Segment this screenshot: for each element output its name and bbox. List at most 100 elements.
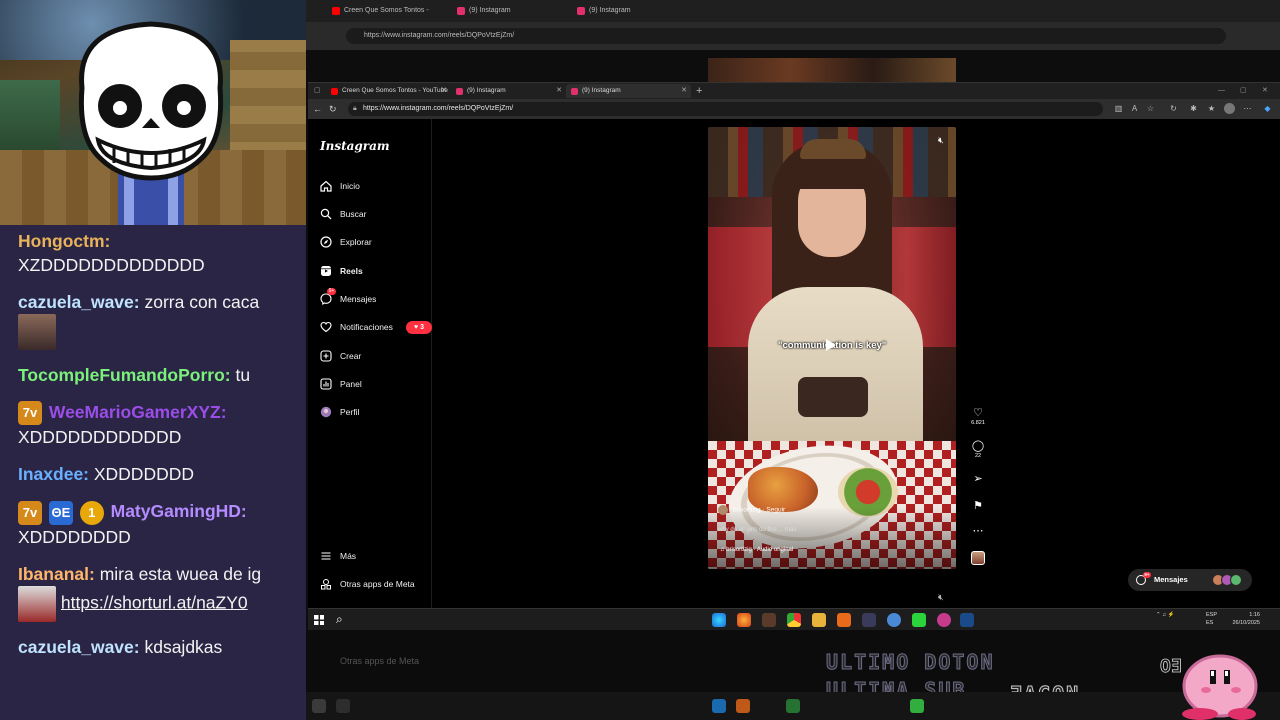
app-icon[interactable] <box>862 613 876 627</box>
language-label: ESP <box>1206 612 1218 618</box>
nav-profile[interactable]: Perfil <box>320 403 430 421</box>
close-icon[interactable]: ✕ <box>556 84 562 98</box>
play-icon[interactable] <box>826 339 836 351</box>
app-icon[interactable] <box>837 613 851 627</box>
chat-message: 7v WeeMarioGamerXYZ: XDDDDDDDDDDDD <box>18 400 306 449</box>
close-window-icon[interactable]: ✕ <box>1262 83 1268 99</box>
reel-video[interactable]: 🔇︎ "communication is key" brisortizig · … <box>708 127 956 569</box>
date: 26/10/2025 <box>1232 620 1260 626</box>
new-tab-button[interactable]: + <box>696 83 702 99</box>
app-icon[interactable] <box>762 613 776 627</box>
nav-home[interactable]: Inicio <box>320 177 430 195</box>
address-bar-row: ← ↻ 🔒︎ https://www.instagram.com/reels/D… <box>308 99 1280 119</box>
chrome-icon[interactable] <box>787 613 801 627</box>
minimize-icon[interactable]: — <box>1218 83 1225 99</box>
close-icon[interactable]: ✕ <box>441 84 447 98</box>
region-label: ES <box>1206 620 1214 626</box>
more-icon[interactable]: ⋯ <box>1242 103 1253 114</box>
background-tab-bar: Creen Que Somos Tontos - YouTube (9) Ins… <box>306 0 1280 30</box>
nav-explore[interactable]: Explorar <box>320 233 430 251</box>
chat-username: Ibananal: <box>18 563 95 584</box>
app-icon[interactable] <box>912 613 926 627</box>
nav-search[interactable]: Buscar <box>320 205 430 223</box>
tab-bar: ▢ Creen Que Somos Tontos - YouTube ✕ (9)… <box>308 83 1280 99</box>
nav-more[interactable]: Más <box>320 547 430 565</box>
background-video <box>708 58 956 82</box>
chat-emote-image <box>18 314 56 350</box>
search-icon <box>320 208 332 220</box>
chat-message: Hongoctm: XZDDDDDDDDDDDDD <box>18 229 306 277</box>
split-screen-icon[interactable]: ▥ <box>1113 103 1124 114</box>
like-action[interactable]: ♡ 6.821 <box>970 407 986 427</box>
chat-link[interactable]: https://shorturl.at/naZY0 <box>61 592 248 612</box>
speaker-mute-icon[interactable]: 🔇︎ <box>938 592 944 603</box>
chrome-icon <box>786 699 800 713</box>
ghost-meta-apps: Otras apps de Meta <box>340 656 420 666</box>
nav-other-meta-apps[interactable]: Otras apps de Meta <box>320 575 430 593</box>
messages-pill-button[interactable]: 9+ Mensajes <box>1128 569 1252 591</box>
chat-username: cazuela_wave: <box>18 636 140 657</box>
read-aloud-icon[interactable]: A <box>1129 103 1140 114</box>
favorite-star-icon[interactable]: ☆ <box>1145 103 1156 114</box>
tab-instagram-2[interactable]: (9) Instagram ✕ <box>566 84 691 98</box>
refresh-extension-icon[interactable]: ↻ <box>1168 103 1179 114</box>
extensions-icon[interactable]: ✱ <box>1188 103 1199 114</box>
nav-notifications[interactable]: Notificaciones ♥ 3 <box>320 318 432 336</box>
chat-username: Hongoctm: <box>18 231 111 251</box>
close-icon[interactable]: ✕ <box>681 84 687 98</box>
copilot-icon[interactable]: ◆ <box>1262 103 1273 114</box>
reels-icon <box>321 266 331 276</box>
skull-avatar-icon <box>78 21 224 225</box>
tab-actions-icon[interactable]: ▢ <box>314 83 321 99</box>
more-options-action[interactable]: ⋯ <box>970 525 986 537</box>
clock[interactable]: 1:16 26/10/2025 <box>1224 611 1260 627</box>
app-icon[interactable] <box>887 613 901 627</box>
share-action[interactable]: ➢ <box>970 473 986 485</box>
7tv-badge-icon: 7v <box>18 401 42 426</box>
send-icon: ➢ <box>973 473 983 485</box>
instagram-icon <box>577 7 585 15</box>
time: 1:16 <box>1249 612 1260 618</box>
search-icon[interactable]: ⌕ <box>336 611 343 627</box>
firefox-icon[interactable] <box>737 613 751 627</box>
background-address-bar: https://www.instagram.com/reels/DQPoVtzE… <box>306 22 1280 50</box>
bookmark-icon: ⚑ <box>973 500 983 512</box>
reload-icon[interactable]: ↻ <box>329 103 337 115</box>
audio-thumbnail[interactable] <box>971 551 985 565</box>
plus-square-icon <box>320 350 332 362</box>
system-tray[interactable]: ⌃ ♫ ⚡ ESP ES <box>1156 611 1217 626</box>
app-icon[interactable] <box>937 613 951 627</box>
chat-avatar-image <box>18 585 56 622</box>
back-arrow-icon[interactable]: ← <box>313 103 322 115</box>
edge-icon[interactable] <box>712 613 726 627</box>
instagram-page: Instagram Inicio Buscar Explorar Reels 9… <box>308 119 1280 609</box>
tab-instagram-1[interactable]: (9) Instagram ✕ <box>451 84 566 98</box>
nav-reels[interactable]: Reels <box>320 262 430 280</box>
reel-description[interactable]: why do all girls do this ... más <box>718 527 796 533</box>
search-icon <box>336 699 350 713</box>
author-name[interactable]: brisortizig <box>733 507 761 514</box>
app-icon[interactable] <box>960 613 974 627</box>
windows-start-icon[interactable] <box>314 615 324 625</box>
reel-author-row: brisortizig · Seguir <box>718 505 785 515</box>
instagram-logo[interactable]: Instagram <box>320 139 390 153</box>
file-explorer-icon[interactable] <box>812 613 826 627</box>
nav-dashboard[interactable]: Panel <box>320 375 430 393</box>
tab-youtube[interactable]: Creen Que Somos Tontos - YouTube ✕ <box>326 84 451 98</box>
nav-create[interactable]: Crear <box>320 347 430 365</box>
url-field[interactable]: 🔒︎ https://www.instagram.com/reels/DQPoV… <box>348 102 1103 116</box>
follow-button[interactable]: Seguir <box>766 507 785 514</box>
author-avatar[interactable] <box>718 505 728 515</box>
more-icon: ⋯ <box>972 525 984 537</box>
kirby-label: OƎ <box>1160 656 1182 677</box>
nav-messages[interactable]: 9+ Mensajes <box>320 288 430 308</box>
save-action[interactable]: ⚑ <box>970 500 986 512</box>
maximize-icon[interactable]: ▢ <box>1240 83 1247 99</box>
favorites-icon[interactable]: ★ <box>1206 103 1217 114</box>
browser-window: ▢ Creen Que Somos Tontos - YouTube ✕ (9)… <box>308 82 1280 609</box>
chat-message: 7v ΘE 1 MatyGamingHD: XDDDDDDDD <box>18 499 306 548</box>
mute-icon[interactable]: 🔇︎ <box>938 135 944 146</box>
reel-audio[interactable]: ♫ brisortizig · Audio original <box>720 547 793 553</box>
comment-action[interactable]: ◯ 22 <box>970 440 986 460</box>
profile-avatar-icon[interactable] <box>1224 103 1235 114</box>
